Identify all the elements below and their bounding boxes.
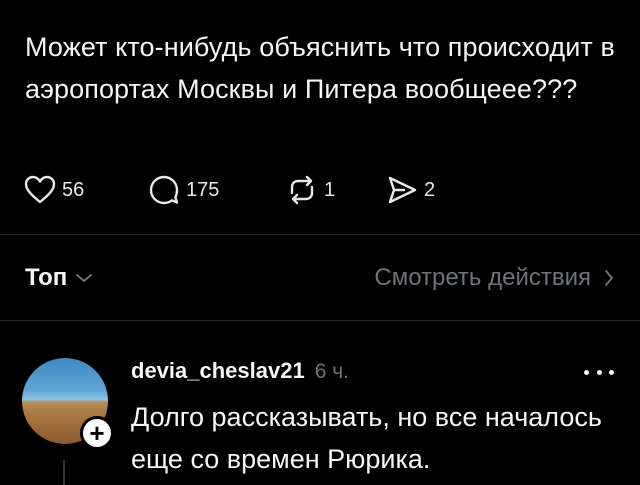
post-actions: 56 175 1 2 [24,170,624,210]
repost-icon [290,175,314,205]
comment-header: devia_cheslav21 6 ч. [131,358,349,388]
follow-button[interactable]: + [80,416,114,450]
sort-label: Топ [25,264,68,291]
repost-count: 1 [324,178,336,201]
divider [0,234,640,235]
repost-button[interactable]: 1 [286,170,335,210]
view-activity-link[interactable]: Смотреть действия [374,258,615,298]
thread-line [63,460,65,485]
share-icon [388,176,417,204]
like-count: 56 [62,178,85,201]
timestamp: 6 ч. [314,360,349,383]
divider [0,320,640,321]
replies-header: Топ Смотреть действия [25,258,615,298]
chevron-right-icon [605,270,613,286]
comment-icon [149,175,179,205]
comment-text: Долго рассказывать, но все началось еще … [131,402,602,474]
share-count: 2 [424,178,436,201]
plus-icon: + [89,418,105,448]
view-activity-label: Смотреть действия [374,264,591,291]
post-text: Может кто-нибудь объяснить что происходи… [25,32,615,104]
sort-dropdown[interactable]: Топ [25,258,93,298]
comment-count: 175 [186,178,220,201]
like-button[interactable]: 56 [24,170,84,210]
chevron-down-icon [76,274,93,282]
heart-icon [24,175,56,204]
username[interactable]: devia_cheslav21 [131,358,305,384]
more-icon[interactable] [584,366,614,378]
share-button[interactable]: 2 [386,170,435,210]
comment-button[interactable]: 175 [148,170,219,210]
comment-item: + devia_cheslav21 6 ч. Долго рассказыват… [0,340,640,485]
